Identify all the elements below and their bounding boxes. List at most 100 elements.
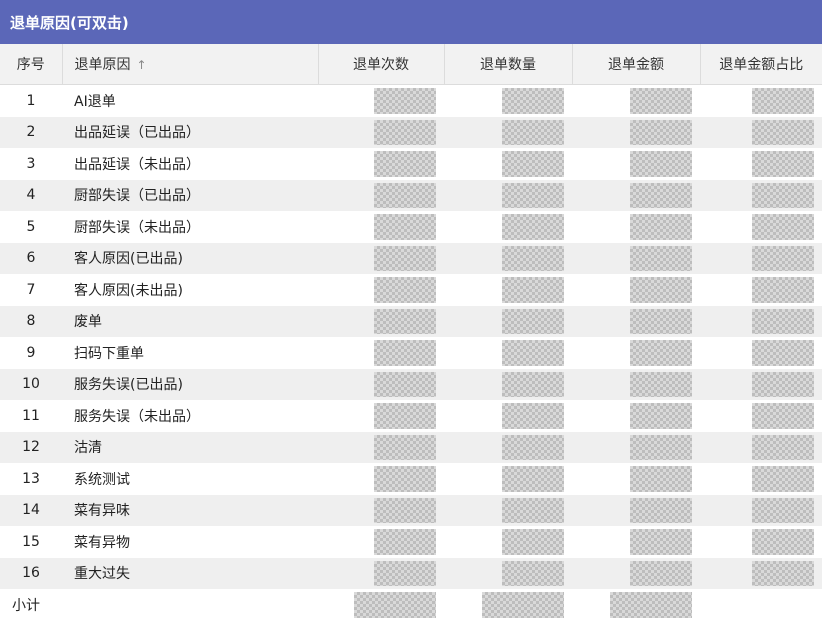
redacted-value [752,340,814,366]
redacted-value [502,340,564,366]
row-quantity-cell [444,337,572,369]
row-reason: 服务失误(已出品) [62,368,318,400]
redacted-value [630,340,692,366]
row-index: 4 [0,179,62,211]
redacted-value [374,308,436,334]
header-index[interactable]: 序号 [0,44,63,85]
header-reason-label: 退单原因 [74,57,131,73]
redacted-value [630,434,692,460]
redacted-value [374,371,436,397]
redacted-value [630,308,692,334]
row-amount-cell [572,274,700,306]
row-index: 15 [22,533,40,550]
table-row[interactable]: 15 菜有异物 [0,526,822,558]
redacted-value [374,434,436,460]
row-count-cell [318,494,444,526]
row-quantity-cell [444,85,572,117]
row-index: 10 [0,368,62,400]
table-row[interactable]: 9 扫码下重单 [0,337,822,369]
row-quantity-cell [444,305,572,337]
subtotal-ratio-cell [700,589,822,621]
row-count-cell [318,242,444,274]
redacted-value [374,529,436,555]
row-reason: 系统测试 [74,471,130,488]
row-ratio-cell [700,85,822,117]
row-count-cell [318,431,444,463]
redacted-value [630,245,692,271]
redacted-value [752,371,814,397]
redacted-value [630,214,692,240]
row-index: 13 [22,470,40,487]
row-reason: 厨部失误（已出品） [62,179,318,211]
table-row[interactable]: 11 服务失误（未出品） [0,400,822,432]
row-amount-cell [572,211,700,243]
redacted-value [752,151,814,177]
row-reason: 出品延误（未出品） [74,156,200,173]
redacted-value [374,182,436,208]
redacted-value [502,308,564,334]
table-row[interactable]: 5 厨部失误（未出品） [0,211,822,243]
row-reason: 菜有异物 [74,534,130,551]
row-ratio-cell [700,179,822,211]
table-row[interactable]: 3 出品延误（未出品） [0,148,822,180]
header-reason[interactable]: 退单原因 ↑ [62,44,319,85]
table-row[interactable]: 6 客人原因(已出品) [0,242,822,274]
redacted-value [752,245,814,271]
table-row[interactable]: 1 AI退单 [0,85,822,117]
header-quantity[interactable]: 退单数量 [444,44,573,85]
redacted-value [374,88,436,114]
row-reason: 废单 [62,305,318,337]
row-quantity-cell [444,557,572,589]
row-ratio-cell [700,211,822,243]
header-count[interactable]: 退单次数 [318,44,445,85]
table-row[interactable]: 10 服务失误(已出品) [0,368,822,400]
table-row[interactable]: 13 系统测试 [0,463,822,495]
table-row[interactable]: 7 客人原因(未出品) [0,274,822,306]
row-count-cell [318,148,444,180]
redacted-value [630,151,692,177]
row-quantity-cell [444,431,572,463]
redacted-value [752,88,814,114]
row-index: 3 [26,155,36,172]
table-row[interactable]: 12 沽清 [0,431,822,463]
redacted-value [502,182,564,208]
table-row[interactable]: 14 菜有异味 [0,494,822,526]
row-quantity-cell [444,179,572,211]
redacted-value [502,497,564,523]
redacted-value [502,434,564,460]
redacted-value [630,88,692,114]
redacted-value [630,119,692,145]
row-ratio-cell [700,463,822,495]
table-row[interactable]: 16 重大过失 [0,557,822,589]
row-count-cell [318,557,444,589]
redacted-value [374,277,436,303]
row-reason: 沽清 [62,431,318,463]
redacted-value [610,592,692,618]
table-row[interactable]: 2 出品延误（已出品） [0,116,822,148]
row-reason: 出品延误（已出品） [62,116,318,148]
row-amount-cell [572,463,700,495]
redacted-value [502,560,564,586]
row-index: 14 [0,494,62,526]
sort-up-icon[interactable]: ↑ [137,58,147,72]
redacted-value [630,403,692,429]
row-amount-cell [572,242,700,274]
row-reason: 客人原因(未出品) [74,282,183,299]
header-amount[interactable]: 退单金额 [572,44,701,85]
table-row[interactable]: 8 废单 [0,305,822,337]
header-amount-ratio[interactable]: 退单金额占比 [700,44,822,85]
row-count-cell [318,85,444,117]
redacted-value [752,560,814,586]
row-amount-cell [572,494,700,526]
redacted-value [374,119,436,145]
redacted-value [502,88,564,114]
redacted-value [502,245,564,271]
row-ratio-cell [700,431,822,463]
table-row[interactable]: 4 厨部失误（已出品） [0,179,822,211]
row-quantity-cell [444,526,572,558]
row-index: 16 [0,557,62,589]
redacted-value [502,214,564,240]
row-quantity-cell [444,148,572,180]
row-index: 8 [0,305,62,337]
redacted-value [630,560,692,586]
